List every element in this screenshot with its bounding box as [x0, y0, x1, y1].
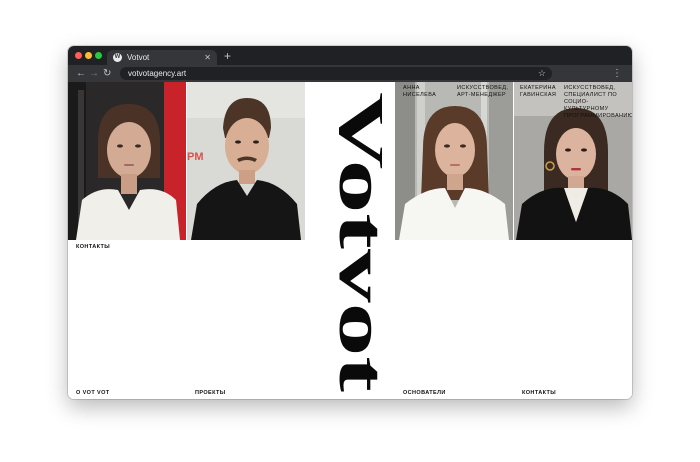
- forward-arrow-icon[interactable]: →: [89, 65, 99, 82]
- wordpress-icon: W: [113, 53, 122, 62]
- tab-title: Votvot: [127, 53, 150, 62]
- minimize-window-button[interactable]: [85, 52, 92, 59]
- back-arrow-icon[interactable]: ←: [76, 65, 86, 82]
- tab-close-icon[interactable]: ✕: [204, 50, 211, 65]
- contacts-link-top[interactable]: КОНТАКТЫ: [76, 244, 110, 250]
- new-tab-button[interactable]: +: [224, 49, 231, 63]
- nav-projects-link[interactable]: ПРОЕКТЫ: [195, 390, 226, 396]
- nav-contacts-link[interactable]: КОНТАКТЫ: [522, 390, 556, 396]
- photo-person-1: [68, 82, 186, 240]
- browser-tab[interactable]: W Votvot ✕: [107, 50, 217, 65]
- nav-about-link[interactable]: О VOT VOT: [76, 390, 110, 396]
- bookmark-star-icon[interactable]: ☆: [538, 67, 546, 80]
- founder-2-name: ЕКАТЕРИНА ГАВИНСКАЯ: [520, 85, 557, 98]
- photo-sign-text: PM: [187, 151, 204, 163]
- browser-window: W Votvot ✕ + ← → ↻ votvotagency.art ☆ ⋮: [68, 46, 632, 399]
- nav-founders-link[interactable]: ОСНОВАТЕЛИ: [403, 390, 446, 396]
- founder-2-role: ИСКУССТВОВЕД, СПЕЦИАЛИСТ ПО СОЦИО-КУЛЬТУ…: [564, 85, 632, 119]
- maximize-window-button[interactable]: [95, 52, 102, 59]
- web-page: PM Votvot АННА НИСЕЛЕВА ИСКУССТВОВЕД, АР…: [68, 82, 632, 399]
- url-text[interactable]: votvotagency.art: [128, 67, 186, 80]
- browser-menu-icon[interactable]: ⋮: [612, 65, 622, 82]
- photo-person-4: ЕКАТЕРИНА ГАВИНСКАЯ ИСКУССТВОВЕД, СПЕЦИА…: [514, 82, 632, 240]
- browser-titlebar: W Votvot ✕ +: [68, 46, 632, 65]
- address-bar[interactable]: votvotagency.art ☆: [120, 67, 552, 80]
- founder-1-name: АННА НИСЕЛЕВА: [403, 85, 437, 98]
- founder-1-role: ИСКУССТВОВЕД, АРТ-МЕНЕДЖЕР: [457, 85, 509, 98]
- reload-icon[interactable]: ↻: [103, 65, 111, 82]
- browser-toolbar: ← → ↻ votvotagency.art ☆ ⋮: [68, 65, 632, 82]
- close-window-button[interactable]: [75, 52, 82, 59]
- votvot-logo[interactable]: Votvot: [326, 82, 382, 399]
- photo-person-3: АННА НИСЕЛЕВА ИСКУССТВОВЕД, АРТ-МЕНЕДЖЕР: [395, 82, 513, 240]
- logo-text: Votvot: [326, 92, 382, 392]
- photo-person-2: PM: [187, 82, 305, 240]
